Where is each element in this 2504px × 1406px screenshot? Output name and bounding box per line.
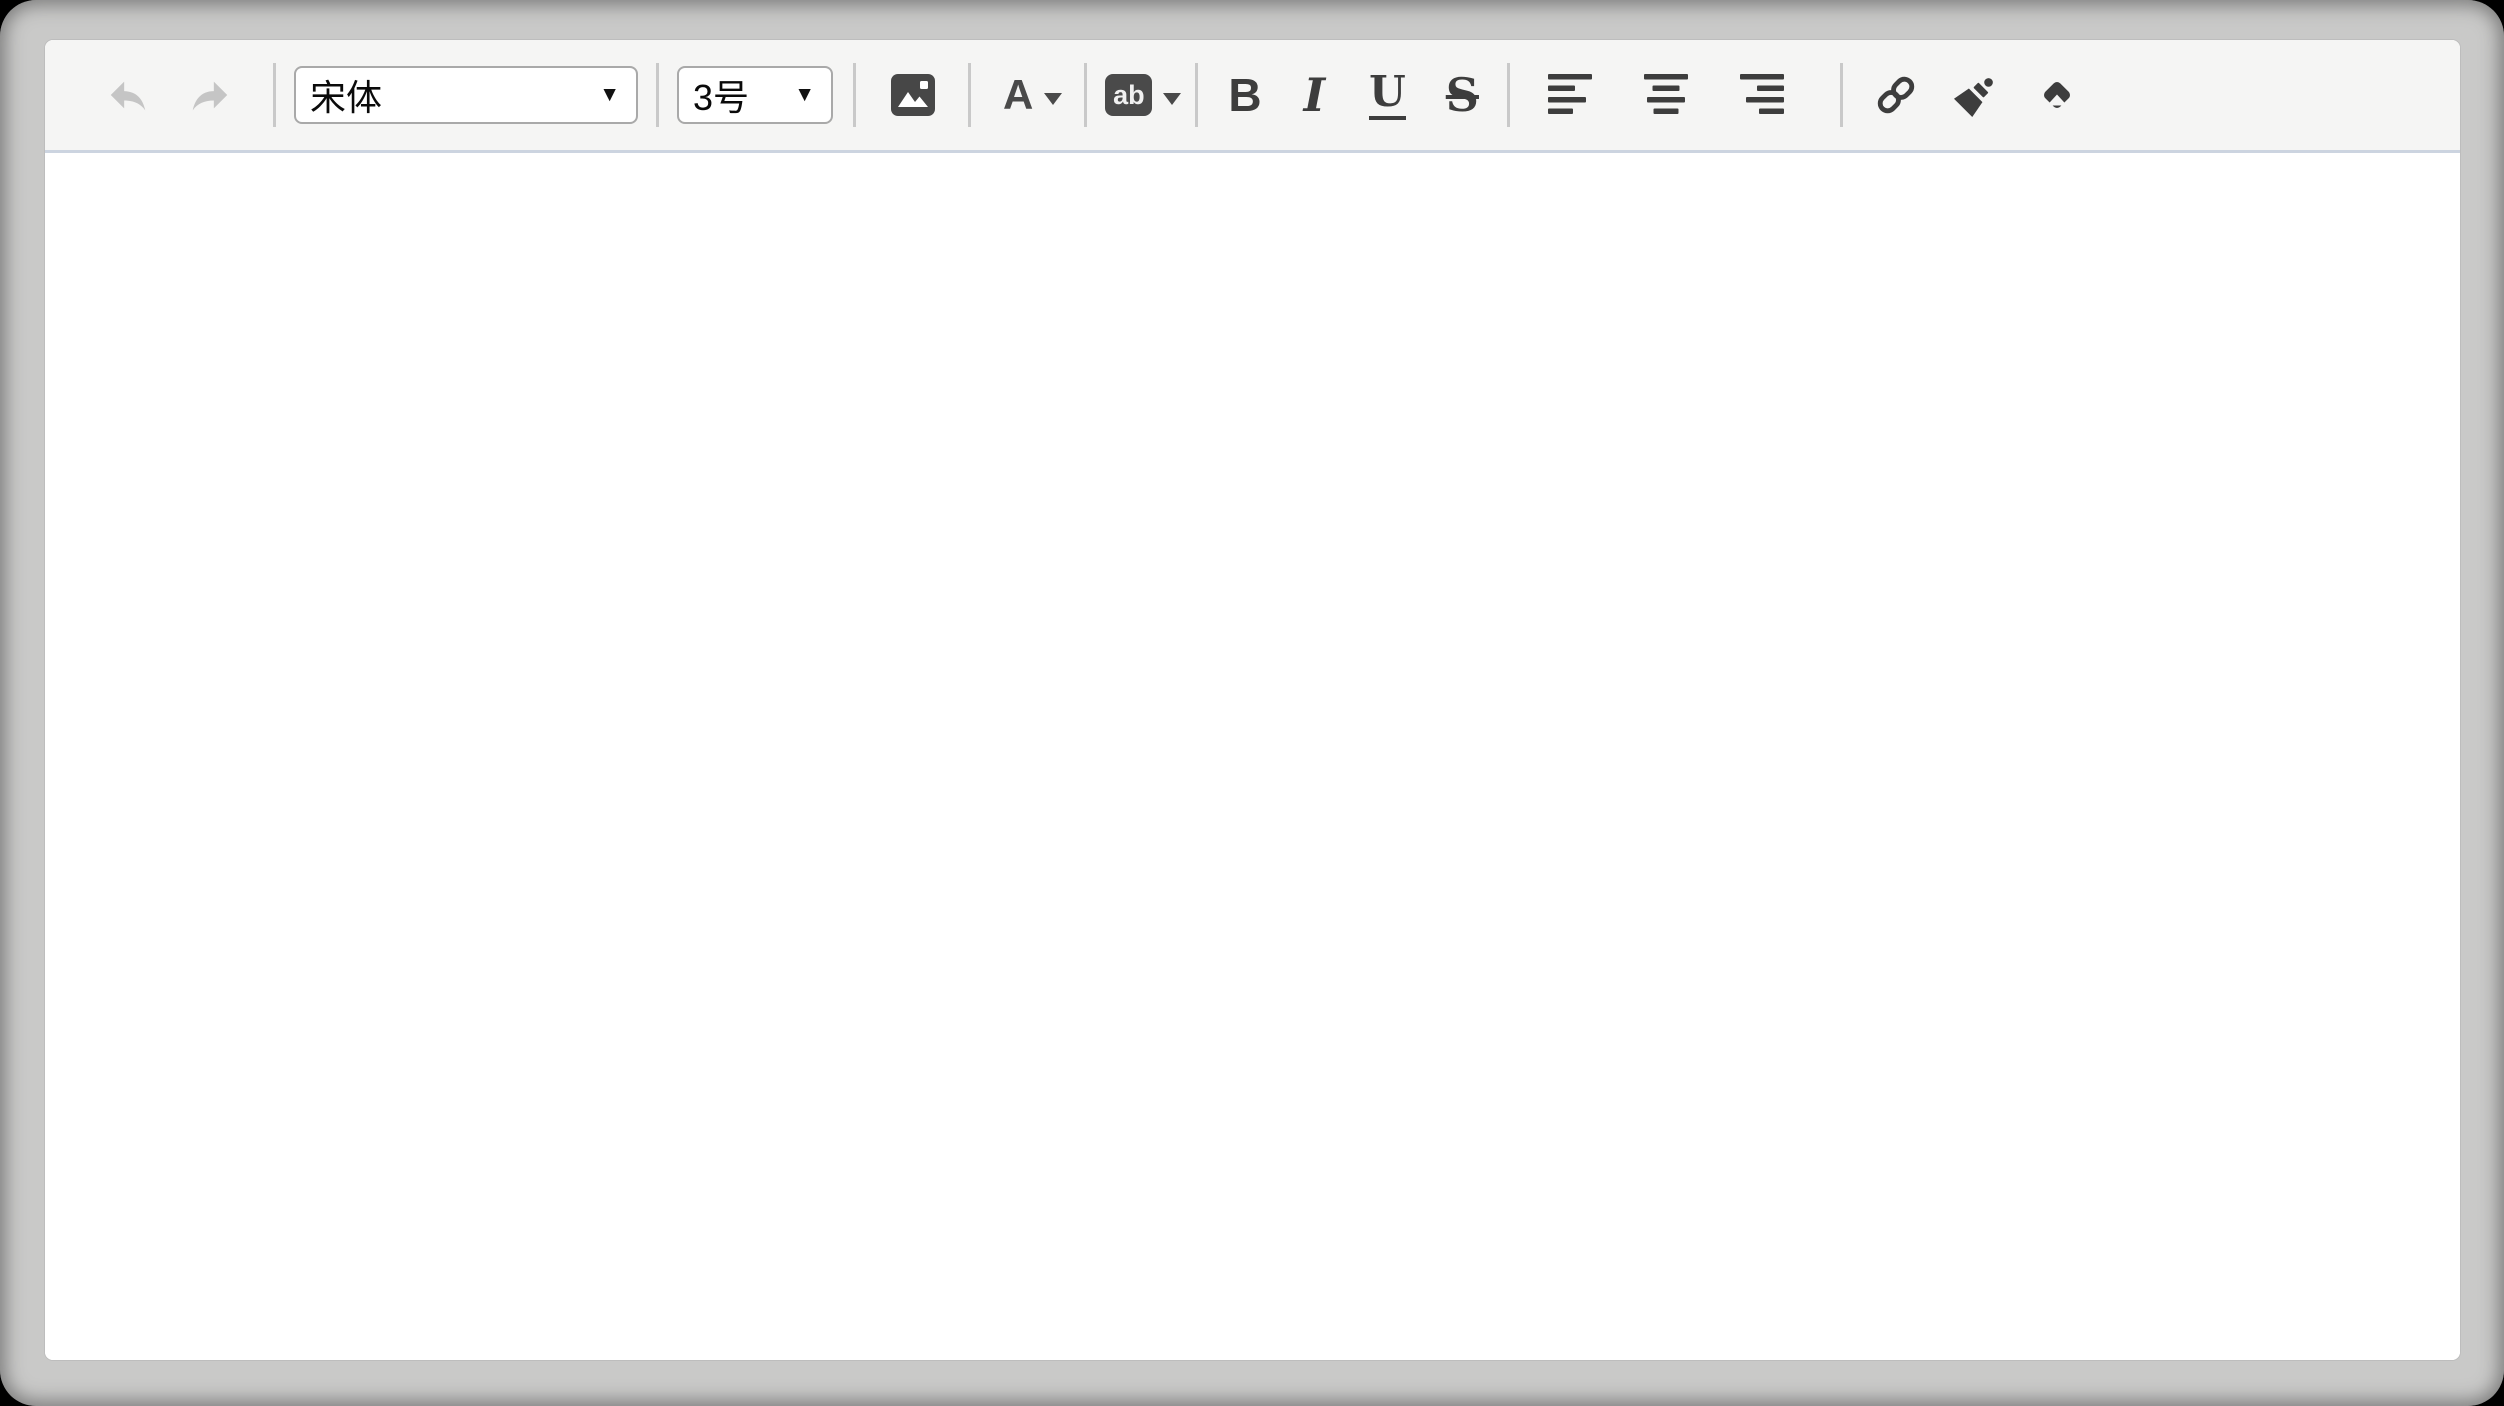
- dropdown-caret-icon: ▼: [599, 83, 620, 107]
- toolbar-separator: [1084, 63, 1087, 127]
- bold-button[interactable]: B: [1228, 55, 1261, 135]
- toolbar-separator: [656, 63, 659, 127]
- insert-link-button[interactable]: [1875, 55, 1917, 135]
- toolbar-separator: [968, 63, 971, 127]
- dropdown-caret-icon: ▼: [794, 83, 815, 107]
- editor-toolbar: 宋体 ▼ 3号 ▼: [45, 40, 2460, 153]
- font-size-value: 3号: [693, 69, 784, 121]
- align-right-icon: [1740, 74, 1784, 116]
- italic-button[interactable]: I: [1304, 55, 1326, 135]
- toolbar-separator: [1507, 63, 1510, 127]
- font-color-label: A: [1003, 74, 1033, 116]
- format-brush-icon: [1953, 72, 1999, 118]
- undo-icon: [105, 72, 151, 118]
- font-color-button[interactable]: A: [1003, 55, 1062, 135]
- undo-button[interactable]: [105, 55, 151, 135]
- bold-icon: B: [1228, 68, 1261, 122]
- strikethrough-button[interactable]: S: [1446, 55, 1479, 135]
- screenshot-stage: 宋体 ▼ 3号 ▼: [0, 0, 2504, 1406]
- strikethrough-icon: S: [1446, 68, 1479, 122]
- toolbar-separator: [1840, 63, 1843, 127]
- redo-button[interactable]: [187, 55, 233, 135]
- align-right-button[interactable]: [1740, 55, 1784, 135]
- editor-window: 宋体 ▼ 3号 ▼: [45, 40, 2460, 1360]
- underline-icon: U: [1369, 71, 1406, 120]
- link-icon: [1875, 73, 1917, 117]
- highlight-color-button[interactable]: ab: [1105, 55, 1181, 135]
- underline-button[interactable]: U: [1369, 55, 1406, 135]
- eraser-icon: [2035, 73, 2079, 117]
- eraser-button[interactable]: [2035, 55, 2079, 135]
- editor-content[interactable]: [45, 153, 2460, 1360]
- image-icon: [890, 73, 936, 117]
- align-center-button[interactable]: [1644, 55, 1688, 135]
- toolbar-separator: [273, 63, 276, 127]
- italic-icon: I: [1304, 68, 1326, 122]
- align-center-icon: [1644, 74, 1688, 116]
- insert-image-button[interactable]: [890, 55, 936, 135]
- font-family-value: 宋体: [310, 69, 589, 121]
- caret-down-icon: [1163, 93, 1181, 105]
- toolbar-separator: [1195, 63, 1198, 127]
- align-left-icon: [1548, 74, 1592, 116]
- toolbar-separator: [853, 63, 856, 127]
- font-family-select[interactable]: 宋体 ▼: [294, 66, 638, 124]
- align-left-button[interactable]: [1548, 55, 1592, 135]
- redo-icon: [187, 72, 233, 118]
- caret-down-icon: [1044, 93, 1062, 105]
- highlight-icon: ab: [1105, 74, 1152, 116]
- font-size-select[interactable]: 3号 ▼: [677, 66, 833, 124]
- format-brush-button[interactable]: [1953, 55, 1999, 135]
